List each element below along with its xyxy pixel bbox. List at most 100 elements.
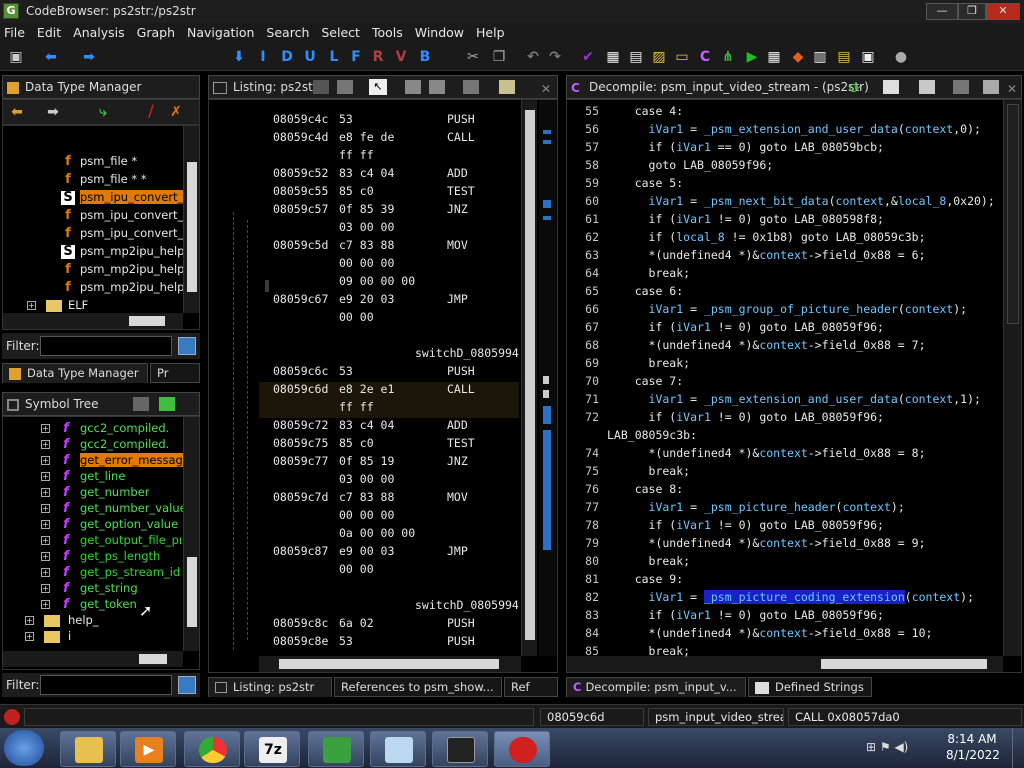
- nav-f-icon[interactable]: F: [349, 47, 363, 67]
- listing-row[interactable]: 03 00 00: [273, 470, 519, 488]
- maximize-button[interactable]: ❐: [958, 3, 986, 20]
- expand-icon[interactable]: +: [25, 616, 34, 625]
- listing-row[interactable]: ff ff: [273, 398, 519, 416]
- listing-row[interactable]: 08059c52 83 c4 04 ADD: [273, 164, 519, 182]
- back-arrow-icon[interactable]: ⬅: [40, 47, 62, 67]
- taskbar-7zip[interactable]: 7z: [244, 731, 300, 767]
- nav-r-icon[interactable]: R: [371, 47, 385, 67]
- expand-icon[interactable]: +: [41, 440, 50, 449]
- dtm-vertical-scrollbar[interactable]: [183, 126, 199, 313]
- run-icon[interactable]: ▶: [744, 47, 760, 67]
- decompile-line[interactable]: 79 *(undefined4 *)&context->field_0x88 =…: [571, 534, 1017, 552]
- listing-row[interactable]: 03 00 00: [273, 218, 519, 236]
- decompile-line[interactable]: 75 break;: [571, 462, 1017, 480]
- decompile-line[interactable]: 63 *(undefined4 *)&context->field_0x88 =…: [571, 246, 1017, 264]
- refresh-icon[interactable]: [159, 397, 175, 411]
- paste-icon[interactable]: [337, 80, 353, 94]
- undo-icon[interactable]: ↶: [525, 47, 541, 67]
- menu-select[interactable]: Select: [315, 23, 366, 43]
- memory-icon[interactable]: ▦: [766, 47, 782, 67]
- clock-date[interactable]: 8/1/2022: [946, 748, 1000, 762]
- symbol-folder[interactable]: + i: [25, 627, 71, 645]
- expand-icon[interactable]: +: [41, 552, 50, 561]
- refresh-icon[interactable]: ⟳: [849, 78, 861, 100]
- expand-icon[interactable]: +: [27, 301, 36, 310]
- folder-icon[interactable]: ▭: [674, 47, 690, 67]
- decompile-line[interactable]: 67 if (iVar1 != 0) goto LAB_08059f96;: [571, 318, 1017, 336]
- decompile-line[interactable]: 82 iVar1 = _psm_picture_coding_extension…: [571, 588, 1017, 606]
- decompile-line[interactable]: 61 if (iVar1 != 0) goto LAB_080598f8;: [571, 210, 1017, 228]
- tree-item[interactable]: f psm_ipu_convert_c: [61, 206, 183, 224]
- expand-icon[interactable]: +: [41, 472, 50, 481]
- tab-references[interactable]: References to psm_show...: [334, 677, 502, 697]
- expand-icon[interactable]: +: [25, 632, 34, 641]
- listing-row[interactable]: 09 00 00 00: [273, 272, 519, 290]
- diff-icon[interactable]: [429, 80, 445, 94]
- show-desktop-button[interactable]: [1012, 728, 1024, 768]
- tree-item[interactable]: f psm_mp2ipu_helper: [61, 260, 183, 278]
- decompile-line[interactable]: 60 iVar1 = _psm_next_bit_data(context,&l…: [571, 192, 1017, 210]
- down-arrow-icon[interactable]: ⬇: [232, 47, 246, 67]
- nav-b-icon[interactable]: B: [418, 47, 432, 67]
- diamond-icon[interactable]: ◆: [790, 47, 806, 67]
- decompile-line[interactable]: 72 if (iVar1 != 0) goto LAB_08059f96;: [571, 408, 1017, 426]
- scroll-thumb[interactable]: [525, 110, 535, 640]
- tab-ref[interactable]: Ref: [504, 677, 558, 697]
- decompile-line[interactable]: 70 case 7:: [571, 372, 1017, 390]
- python-icon[interactable]: ▣: [860, 47, 876, 67]
- listing-row[interactable]: 00 00 00: [273, 506, 519, 524]
- taskbar-chrome[interactable]: [184, 731, 240, 767]
- close-tab-icon[interactable]: ✕: [541, 78, 551, 100]
- listing-row[interactable]: 08059c5d c7 83 88 MOV: [273, 236, 519, 254]
- listing-row[interactable]: 08059c4c 53 PUSH: [273, 110, 519, 128]
- clock-time[interactable]: 8:14 AM: [946, 732, 998, 746]
- listing-row[interactable]: 08059c67 e9 20 03 JMP: [273, 290, 519, 308]
- listing-row[interactable]: 08059c55 85 c0 TEST: [273, 182, 519, 200]
- expand-icon[interactable]: +: [41, 456, 50, 465]
- decompile-line[interactable]: 69 break;: [571, 354, 1017, 372]
- arrow-branch-icon[interactable]: ⤷: [95, 102, 111, 122]
- decompile-line[interactable]: 58 goto LAB_08059f96;: [571, 156, 1017, 174]
- taskbar-file-explorer[interactable]: [60, 731, 116, 767]
- listing-row[interactable]: 08059c75 85 c0 TEST: [273, 434, 519, 452]
- copy-icon[interactable]: [313, 80, 329, 94]
- overview-bar[interactable]: [539, 100, 557, 656]
- decompile-view[interactable]: 55 case 4: 56 iVar1 = _psm_extension_and_…: [566, 99, 1022, 673]
- tree-item[interactable]: f psm_mp2ipu_helper: [61, 278, 183, 296]
- menu-window[interactable]: Window: [409, 23, 470, 43]
- script-icon[interactable]: ▤: [836, 47, 852, 67]
- save-icon[interactable]: ▣: [6, 47, 26, 67]
- nav-v-icon[interactable]: V: [394, 47, 408, 67]
- expand-icon[interactable]: +: [41, 520, 50, 529]
- listing-row[interactable]: 08059c4d e8 fe de CALL: [273, 128, 519, 146]
- menu-tools[interactable]: Tools: [366, 23, 409, 43]
- table-icon[interactable]: ▥: [812, 47, 828, 67]
- listing-row[interactable]: ff ff: [273, 146, 519, 164]
- close-tab-icon[interactable]: ✕: [1007, 78, 1017, 100]
- minimize-button[interactable]: —: [926, 3, 958, 20]
- decompile-line[interactable]: 55 case 4:: [571, 102, 1017, 120]
- menu-graph[interactable]: Graph: [131, 23, 181, 43]
- listing-row[interactable]: 08059c8c 6a 02 PUSH: [273, 614, 519, 632]
- expand-icon[interactable]: +: [41, 600, 50, 609]
- listing-row[interactable]: 0a 00 00 00: [273, 524, 519, 542]
- bytes-icon[interactable]: ▦: [605, 47, 621, 67]
- listing-row[interactable]: 08059c8e 53 PUSH: [273, 632, 519, 650]
- listing-row[interactable]: 00 00 00: [273, 254, 519, 272]
- create-namespace-icon[interactable]: [133, 397, 149, 411]
- nav-l-icon[interactable]: L: [327, 47, 341, 67]
- copy-icon[interactable]: [883, 80, 899, 94]
- menu-analysis[interactable]: Analysis: [67, 23, 131, 43]
- scroll-thumb[interactable]: [187, 557, 197, 627]
- listing-horizontal-scrollbar[interactable]: [259, 656, 521, 672]
- symbol-tree-horizontal-scrollbar[interactable]: [3, 651, 183, 667]
- checkmark-icon[interactable]: ✔: [580, 47, 596, 67]
- decompile-line[interactable]: 65 case 6:: [571, 282, 1017, 300]
- listing-row[interactable]: 08059c7d c7 83 88 MOV: [273, 488, 519, 506]
- nav-d-icon[interactable]: D: [280, 47, 294, 67]
- copy-icon[interactable]: ❐: [490, 47, 508, 67]
- tree-item-selected[interactable]: Spsm_ipu_convert_c: [61, 188, 183, 206]
- chat-icon[interactable]: ●: [893, 47, 909, 67]
- options-icon[interactable]: [499, 80, 515, 94]
- menu-help[interactable]: Help: [470, 23, 511, 43]
